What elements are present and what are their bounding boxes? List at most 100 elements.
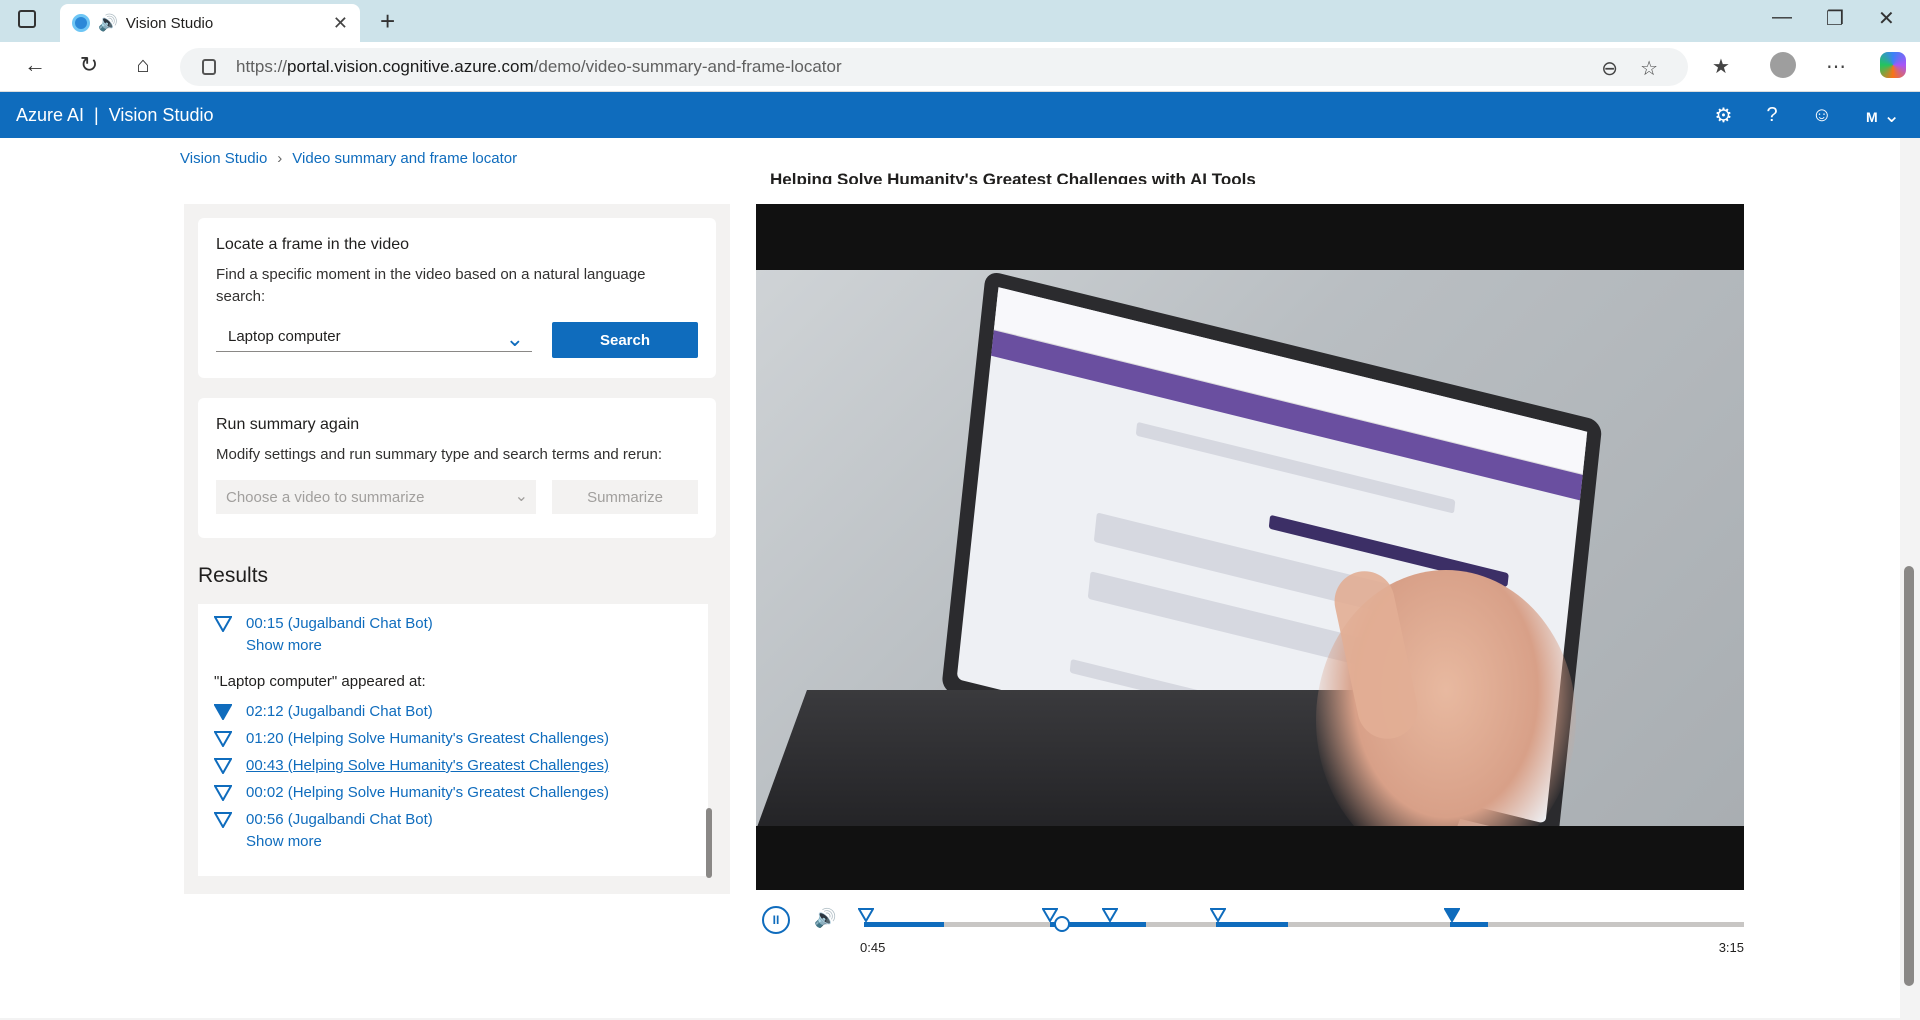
- sidebar-toggle-icon[interactable]: [18, 10, 36, 28]
- timeline-track[interactable]: [858, 908, 1744, 932]
- restore-icon[interactable]: ❐: [1826, 6, 1844, 31]
- video-controls: II 🔊 0:45 3:15: [756, 898, 1744, 958]
- summarize-button[interactable]: Summarize: [552, 480, 698, 514]
- results-list: 00:15 (Jugalbandi Chat Bot) Show more "L…: [198, 604, 708, 876]
- chevron-down-icon: ⌄: [505, 326, 524, 351]
- close-tab-icon[interactable]: ✕: [333, 13, 348, 34]
- video-player[interactable]: [756, 204, 1744, 890]
- locate-description: Find a specific moment in the video base…: [216, 266, 646, 305]
- speaker-icon[interactable]: 🔊: [98, 13, 118, 33]
- zoom-out-icon[interactable]: ⊖: [1601, 56, 1618, 81]
- query-dropdown[interactable]: Laptop computer ⌄: [216, 322, 532, 352]
- marker-outline-icon: [214, 615, 232, 632]
- timeline-segment[interactable]: [864, 922, 944, 927]
- result-label: 01:20 (Helping Solve Humanity's Greatest…: [246, 730, 610, 747]
- product-label[interactable]: Vision Studio: [109, 105, 214, 126]
- back-icon[interactable]: ←: [20, 52, 50, 78]
- browser-tab[interactable]: 🔊 Vision Studio ✕: [60, 4, 360, 42]
- marker-outline-icon: [214, 784, 232, 801]
- marker-filled-icon[interactable]: [1444, 908, 1460, 922]
- home-icon[interactable]: ⌂: [128, 52, 158, 78]
- video-select-placeholder: Choose a video to summarize: [226, 488, 425, 506]
- breadcrumb-current[interactable]: Video summary and frame locator: [292, 150, 517, 167]
- results-scrollbar[interactable]: [706, 808, 712, 878]
- current-time: 0:45: [860, 940, 886, 955]
- favorites-icon[interactable]: ★: [1712, 54, 1730, 79]
- video-select-dropdown[interactable]: Choose a video to summarize ⌄: [216, 480, 536, 514]
- search-button[interactable]: Search: [552, 322, 698, 358]
- new-tab-icon[interactable]: +: [380, 6, 395, 37]
- url-prefix: https://: [236, 57, 288, 76]
- chevron-down-icon: ⌄: [1883, 104, 1900, 127]
- settings-gear-icon[interactable]: ⚙: [1715, 103, 1733, 128]
- marker-outline-icon[interactable]: [1210, 908, 1226, 922]
- rerun-title: Run summary again: [216, 416, 360, 433]
- breadcrumb: Vision Studio › Video summary and frame …: [180, 150, 517, 167]
- main-content: Vision Studio › Video summary and frame …: [0, 138, 1900, 1018]
- result-label: 00:02 (Helping Solve Humanity's Greatest…: [246, 784, 610, 801]
- video-title-text: Helping Solve Humanity's Greatest Challe…: [770, 170, 1256, 184]
- result-label: 00:43 (Helping Solve Humanity's Greatest…: [246, 757, 610, 774]
- feedback-smiley-icon[interactable]: ☺: [1812, 104, 1832, 127]
- query-value: Laptop computer: [228, 328, 341, 345]
- copilot-icon[interactable]: [1880, 52, 1906, 78]
- result-item[interactable]: 00:02 (Helping Solve Humanity's Greatest…: [214, 779, 692, 806]
- minimize-icon[interactable]: —: [1772, 6, 1792, 29]
- close-window-icon[interactable]: ✕: [1878, 6, 1895, 31]
- marker-outline-icon[interactable]: [1102, 908, 1118, 922]
- brand-label[interactable]: Azure AI: [16, 105, 84, 126]
- user-initial: M: [1866, 108, 1878, 125]
- app-header: Azure AI | Vision Studio ⚙ ? ☺ M ⌄: [0, 92, 1920, 138]
- locate-title: Locate a frame in the video: [216, 236, 410, 253]
- result-item[interactable]: 00:43 (Helping Solve Humanity's Greatest…: [214, 752, 692, 779]
- marker-outline-icon: [214, 811, 232, 828]
- lock-icon[interactable]: [202, 59, 216, 75]
- help-icon[interactable]: ?: [1766, 104, 1777, 127]
- playhead-knob[interactable]: [1054, 916, 1070, 932]
- marker-filled-icon: [214, 703, 232, 720]
- run-summary-card: Run summary again Modify settings and ru…: [198, 398, 716, 538]
- video-frame: [756, 270, 1744, 826]
- volume-icon[interactable]: 🔊: [814, 908, 836, 929]
- result-label: 02:12 (Jugalbandi Chat Bot): [246, 703, 433, 720]
- url-path: /demo/video-summary-and-frame-locator: [533, 57, 842, 76]
- video-title: Helping Solve Humanity's Greatest Challe…: [770, 170, 1390, 184]
- rerun-description: Modify settings and run summary type and…: [216, 446, 663, 463]
- more-menu-icon[interactable]: ⋯: [1826, 54, 1846, 79]
- browser-tabbar: 🔊 Vision Studio ✕ + — ❐ ✕: [0, 0, 1920, 42]
- left-panel: Locate a frame in the video Find a speci…: [184, 204, 730, 894]
- result-item[interactable]: 01:20 (Helping Solve Humanity's Greatest…: [214, 725, 692, 752]
- marker-outline-icon[interactable]: [858, 908, 874, 922]
- page-scrollbar[interactable]: [1900, 138, 1920, 1018]
- tab-title: Vision Studio: [125, 14, 214, 32]
- favorite-star-icon[interactable]: ☆: [1640, 56, 1658, 81]
- result-label: 00:15 (Jugalbandi Chat Bot): [246, 615, 433, 632]
- chevron-down-icon: ⌄: [514, 488, 528, 505]
- result-item[interactable]: 02:12 (Jugalbandi Chat Bot): [214, 698, 692, 725]
- result-item[interactable]: 00:15 (Jugalbandi Chat Bot): [214, 610, 692, 637]
- appeared-heading: "Laptop computer" appeared at:: [214, 673, 426, 690]
- refresh-icon[interactable]: ↻: [74, 52, 104, 78]
- pause-button[interactable]: II: [762, 906, 790, 934]
- breadcrumb-root[interactable]: Vision Studio: [180, 150, 267, 167]
- results-heading: Results: [198, 564, 269, 587]
- result-item[interactable]: 00:56 (Jugalbandi Chat Bot): [214, 806, 692, 833]
- profile-avatar[interactable]: [1770, 52, 1796, 78]
- brand-separator: |: [94, 104, 99, 125]
- breadcrumb-chevron-icon: ›: [277, 150, 283, 167]
- locate-frame-card: Locate a frame in the video Find a speci…: [198, 218, 716, 378]
- vision-studio-favicon-icon: [72, 14, 90, 32]
- account-menu[interactable]: M ⌄: [1866, 103, 1900, 128]
- timeline-segment[interactable]: [1216, 922, 1288, 927]
- duration: 3:15: [1718, 940, 1744, 955]
- marker-outline-icon: [214, 757, 232, 774]
- show-more-link[interactable]: Show more: [214, 637, 692, 659]
- url-field[interactable]: https://portal.vision.cognitive.azure.co…: [180, 48, 1688, 86]
- timeline-segment[interactable]: [1450, 922, 1488, 927]
- result-label: 00:56 (Jugalbandi Chat Bot): [246, 811, 433, 828]
- url-host: portal.vision.cognitive.azure.com: [287, 57, 534, 76]
- marker-outline-icon: [214, 730, 232, 747]
- show-more-link[interactable]: Show more: [214, 833, 692, 855]
- page-scrollbar-thumb[interactable]: [1904, 566, 1914, 986]
- address-bar-row: ← ↻ ⌂ https://portal.vision.cognitive.az…: [0, 42, 1920, 92]
